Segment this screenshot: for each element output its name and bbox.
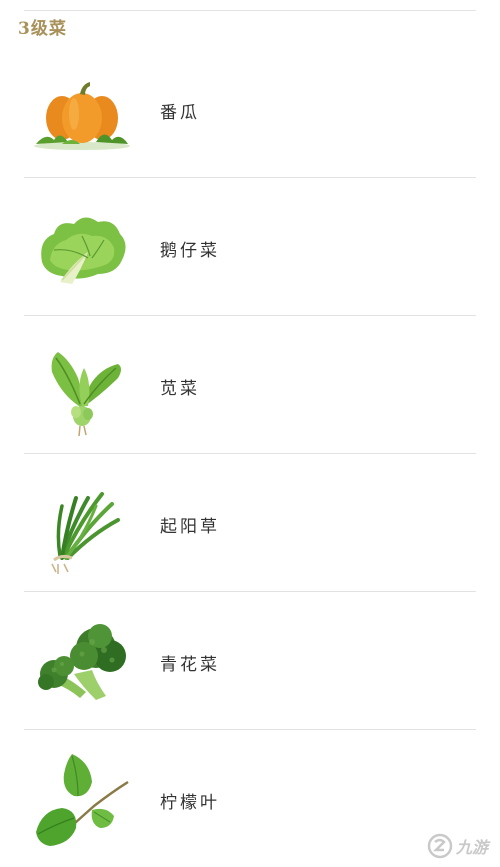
broccoli-icon bbox=[32, 614, 132, 714]
list-item: 青花菜 bbox=[24, 592, 476, 730]
watermark-text: 九游 bbox=[455, 838, 488, 857]
jiuyou-logo-icon bbox=[427, 833, 453, 859]
list-item: 番瓜 bbox=[24, 40, 476, 178]
amaranth-icon bbox=[32, 338, 132, 438]
lemon-leaf-icon bbox=[32, 752, 132, 852]
chive-icon bbox=[32, 476, 132, 576]
vegetable-name: 苋菜 bbox=[160, 379, 200, 399]
vegetable-name: 起阳草 bbox=[160, 517, 220, 537]
vegetable-name: 青花菜 bbox=[160, 655, 220, 675]
list-item: 苋菜 bbox=[24, 316, 476, 454]
section-title: 3级菜 bbox=[18, 19, 67, 39]
top-divider bbox=[24, 10, 476, 11]
vegetable-list: 番瓜 鹅仔菜 苋菜 起阳草 青花菜 柠檬叶 bbox=[24, 40, 476, 867]
list-item: 鹅仔菜 bbox=[24, 178, 476, 316]
pumpkin-icon bbox=[32, 62, 132, 162]
vegetable-name: 鹅仔菜 bbox=[160, 241, 220, 261]
list-item: 柠檬叶 bbox=[24, 730, 476, 867]
watermark: 九游 bbox=[427, 833, 488, 859]
list-item: 起阳草 bbox=[24, 454, 476, 592]
lettuce-icon bbox=[32, 200, 132, 300]
vegetable-name: 番瓜 bbox=[160, 103, 200, 123]
vegetable-name: 柠檬叶 bbox=[160, 793, 220, 813]
